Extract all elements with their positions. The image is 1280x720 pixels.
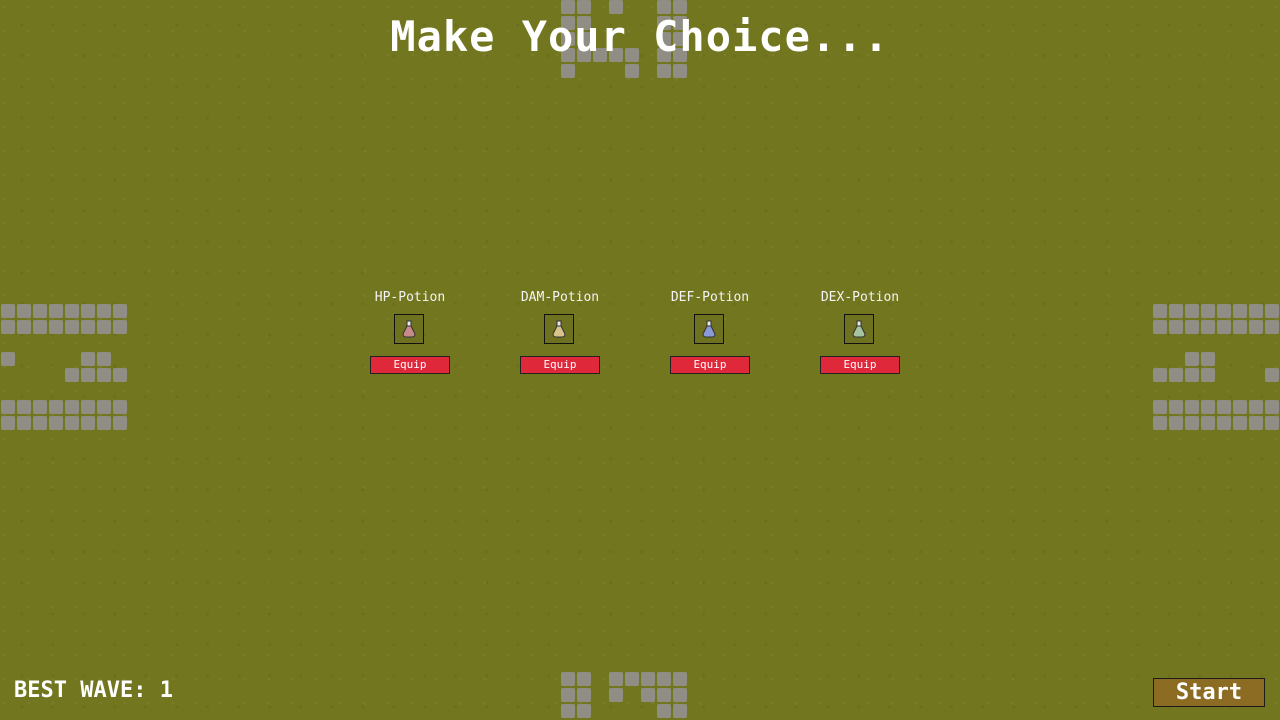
choice-label: DAM-Potion: [520, 290, 600, 305]
choice-card-hp: HP-Potion Equip: [350, 290, 470, 374]
start-button[interactable]: Start: [1153, 678, 1265, 707]
blue-potion-icon: [702, 320, 716, 338]
stone-tiles-bottom: [561, 672, 687, 718]
choice-list: HP-Potion Equip DAM-Potion Equip DEF-Pot…: [0, 290, 1280, 380]
tan-potion-icon: [552, 320, 566, 338]
best-wave-label: BEST WAVE: 1: [14, 678, 173, 703]
item-slot[interactable]: [544, 314, 574, 344]
choice-label: HP-Potion: [374, 290, 446, 305]
item-slot[interactable]: [844, 314, 874, 344]
equip-button[interactable]: Equip: [670, 356, 750, 374]
page-title: Make Your Choice...: [390, 12, 890, 61]
choice-card-dex: DEX-Potion Equip: [800, 290, 920, 374]
choice-label: DEF-Potion: [670, 290, 750, 305]
choice-label: DEX-Potion: [820, 290, 900, 305]
item-slot[interactable]: [394, 314, 424, 344]
equip-button[interactable]: Equip: [820, 356, 900, 374]
choice-card-def: DEF-Potion Equip: [650, 290, 770, 374]
item-slot[interactable]: [694, 314, 724, 344]
choice-card-dam: DAM-Potion Equip: [500, 290, 620, 374]
red-potion-icon: [402, 320, 416, 338]
equip-button[interactable]: Equip: [520, 356, 600, 374]
green-potion-icon: [852, 320, 866, 338]
equip-button[interactable]: Equip: [370, 356, 450, 374]
